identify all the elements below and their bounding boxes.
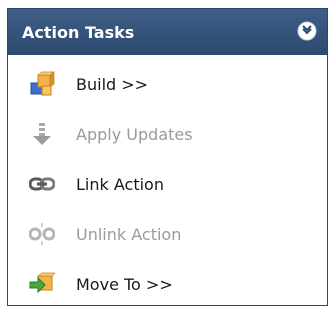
action-tasks-panel: Action Tasks Build >> Apply Updates Link… bbox=[7, 8, 328, 306]
panel-title: Action Tasks bbox=[22, 22, 135, 42]
broken-link-icon bbox=[29, 221, 55, 247]
move-arrow-box-icon bbox=[29, 271, 55, 297]
unlink-action-label: Unlink Action bbox=[76, 224, 182, 244]
link-action-label: Link Action bbox=[76, 174, 164, 194]
build-label: Build >> bbox=[76, 74, 149, 94]
unlink-action-item[interactable]: Unlink Action bbox=[8, 209, 327, 259]
build-item[interactable]: Build >> bbox=[8, 59, 327, 109]
task-list: Build >> Apply Updates Link Action Unlin… bbox=[8, 55, 327, 309]
panel-header: Action Tasks bbox=[8, 9, 327, 55]
link-chain-icon bbox=[29, 171, 55, 197]
build-blocks-icon bbox=[29, 71, 55, 97]
apply-updates-item[interactable]: Apply Updates bbox=[8, 109, 327, 159]
move-to-item[interactable]: Move To >> bbox=[8, 259, 327, 309]
apply-updates-label: Apply Updates bbox=[76, 124, 193, 144]
double-chevron-up-icon[interactable] bbox=[297, 21, 317, 41]
link-action-item[interactable]: Link Action bbox=[8, 159, 327, 209]
down-arrow-icon bbox=[29, 121, 55, 147]
move-to-label: Move To >> bbox=[76, 274, 173, 294]
